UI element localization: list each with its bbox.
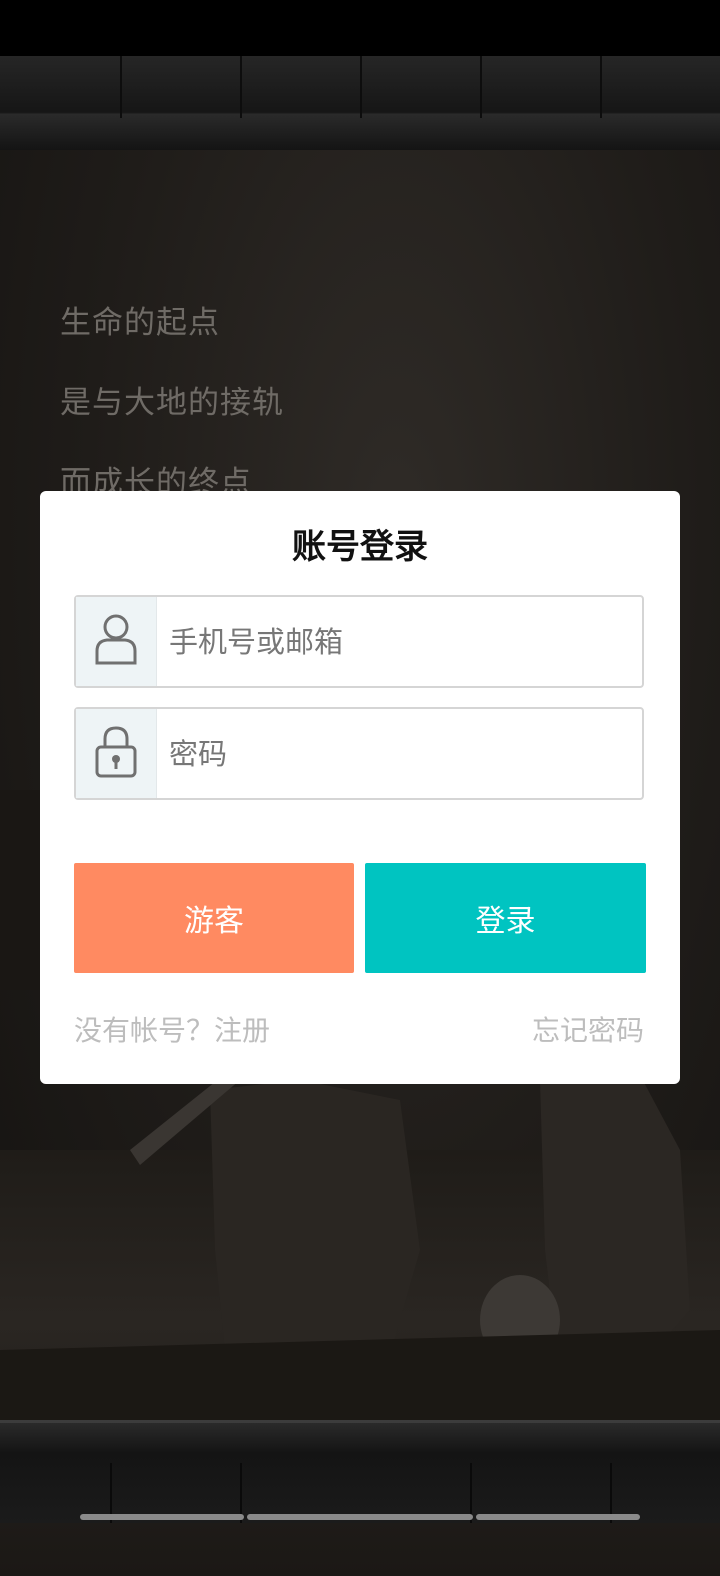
- top-wooden-frame: [0, 56, 720, 152]
- bottom-wooden-frame: [0, 1420, 720, 1523]
- register-link[interactable]: 没有帐号？注册: [74, 1009, 270, 1049]
- password-field[interactable]: [74, 707, 644, 800]
- user-icon: [93, 613, 139, 671]
- poem-line-1: 生命的起点: [60, 305, 220, 341]
- account-field[interactable]: [74, 595, 644, 688]
- nav-bar-segment-3: [476, 1514, 640, 1520]
- nav-bar-segment-2: [247, 1514, 473, 1520]
- account-icon-box: [76, 597, 157, 686]
- forgot-password-link[interactable]: 忘记密码: [532, 1009, 644, 1049]
- login-button[interactable]: 登录: [365, 863, 646, 973]
- login-dialog: 账号登录 游客 登录 没有帐号？注册: [40, 491, 680, 1084]
- password-icon-box: [76, 709, 157, 798]
- guest-button[interactable]: 游客: [74, 863, 354, 973]
- poem-line-2: 是与大地的接轨: [60, 385, 284, 421]
- dialog-title: 账号登录: [292, 527, 428, 567]
- status-bar: [0, 0, 720, 56]
- account-input[interactable]: [157, 610, 631, 673]
- lock-icon: [94, 725, 138, 783]
- password-input[interactable]: [157, 722, 631, 785]
- nav-bar-segment-1: [80, 1514, 244, 1520]
